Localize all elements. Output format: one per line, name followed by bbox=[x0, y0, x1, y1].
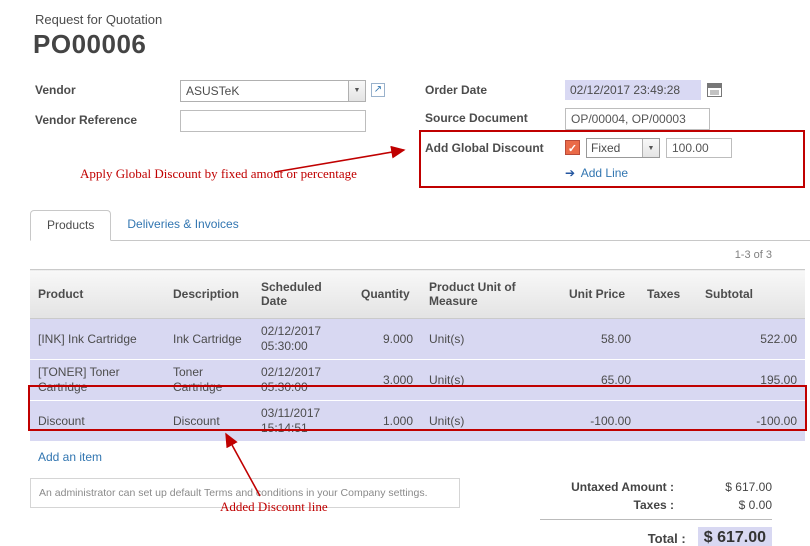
global-discount-row: Add Global Discount Fixed bbox=[425, 138, 775, 158]
col-subtotal: Subtotal bbox=[697, 270, 805, 319]
add-line-row: Add Line bbox=[565, 166, 775, 180]
cell-quantity[interactable]: 1.000 bbox=[353, 401, 421, 442]
vendor-combobox[interactable]: ASUSTeK bbox=[180, 80, 366, 102]
cell-subtotal: 522.00 bbox=[697, 319, 805, 360]
cell-description[interactable]: Ink Cartridge bbox=[165, 319, 253, 360]
cell-uom[interactable]: Unit(s) bbox=[421, 401, 561, 442]
form-right-column: Order Date 02/12/2017 23:49:28 Source Do… bbox=[425, 80, 775, 180]
cell-taxes[interactable] bbox=[639, 319, 697, 360]
cell-product[interactable]: [TONER] Toner Cartridge bbox=[30, 360, 165, 401]
total-row: Total : $ 617.00 bbox=[540, 519, 772, 546]
vendor-reference-row: Vendor Reference bbox=[35, 110, 425, 132]
taxes-value: $ 0.00 bbox=[686, 498, 772, 512]
global-discount-checkbox[interactable] bbox=[565, 140, 580, 155]
untaxed-amount-value: $ 617.00 bbox=[686, 480, 772, 494]
col-unit-price: Unit Price bbox=[561, 270, 639, 319]
table-row-discount[interactable]: Discount Discount 03/11/2017 15:14:51 1.… bbox=[30, 401, 805, 442]
cell-product[interactable]: [INK] Ink Cartridge bbox=[30, 319, 165, 360]
table-header: Product Description Scheduled Date Quant… bbox=[30, 270, 805, 319]
form-left-column: Vendor ASUSTeK Vendor Reference bbox=[35, 80, 425, 180]
notebook-tabs: Products Deliveries & Invoices bbox=[30, 210, 810, 241]
cell-quantity[interactable]: 9.000 bbox=[353, 319, 421, 360]
source-document-row: Source Document bbox=[425, 108, 775, 130]
cell-scheduled-date[interactable]: 03/11/2017 15:14:51 bbox=[253, 401, 353, 442]
order-date-label: Order Date bbox=[425, 80, 565, 97]
purchase-order-form: Request for Quotation PO00006 Vendor ASU… bbox=[0, 0, 810, 546]
cell-unit-price[interactable]: 58.00 bbox=[561, 319, 639, 360]
cell-scheduled-date[interactable]: 02/12/2017 05:30:00 bbox=[253, 360, 353, 401]
annotation-discount-line-note: Added Discount line bbox=[220, 499, 328, 515]
untaxed-amount-row: Untaxed Amount : $ 617.00 bbox=[540, 478, 772, 496]
cell-scheduled-date[interactable]: 02/12/2017 05:30:00 bbox=[253, 319, 353, 360]
vendor-row: Vendor ASUSTeK bbox=[35, 80, 425, 102]
list-pager[interactable]: 1-3 of 3 bbox=[0, 249, 772, 261]
chevron-down-icon[interactable] bbox=[348, 81, 365, 101]
cell-unit-price[interactable]: 65.00 bbox=[561, 360, 639, 401]
col-uom: Product Unit of Measure bbox=[421, 270, 561, 319]
arrow-right-icon bbox=[565, 166, 575, 180]
cell-uom[interactable]: Unit(s) bbox=[421, 319, 561, 360]
cell-taxes[interactable] bbox=[639, 401, 697, 442]
page-title: PO00006 bbox=[33, 29, 810, 60]
cell-uom[interactable]: Unit(s) bbox=[421, 360, 561, 401]
col-product: Product bbox=[30, 270, 165, 319]
cell-unit-price[interactable]: -100.00 bbox=[561, 401, 639, 442]
global-discount-label: Add Global Discount bbox=[425, 138, 565, 155]
vendor-label: Vendor bbox=[35, 80, 180, 97]
cell-product[interactable]: Discount bbox=[30, 401, 165, 442]
vendor-reference-input[interactable] bbox=[180, 110, 366, 132]
col-description: Description bbox=[165, 270, 253, 319]
discount-amount-input[interactable] bbox=[666, 138, 732, 158]
col-quantity: Quantity bbox=[353, 270, 421, 319]
form-fields: Vendor ASUSTeK Vendor Reference Order Da… bbox=[35, 80, 775, 180]
cell-subtotal: 195.00 bbox=[697, 360, 805, 401]
taxes-label: Taxes : bbox=[540, 498, 686, 512]
add-line-link[interactable]: Add Line bbox=[581, 166, 628, 180]
form-footer: An administrator can set up default Term… bbox=[30, 478, 810, 546]
annotation-global-discount-note: Apply Global Discount by fixed amout or … bbox=[80, 166, 357, 182]
external-link-icon[interactable] bbox=[371, 83, 385, 97]
tab-deliveries-invoices[interactable]: Deliveries & Invoices bbox=[111, 210, 254, 240]
tab-products[interactable]: Products bbox=[30, 210, 111, 241]
chevron-down-icon[interactable] bbox=[642, 139, 659, 157]
source-document-label: Source Document bbox=[425, 108, 565, 125]
taxes-row: Taxes : $ 0.00 bbox=[540, 496, 772, 514]
order-date-value[interactable]: 02/12/2017 23:49:28 bbox=[565, 80, 701, 100]
cell-description[interactable]: Discount bbox=[165, 401, 253, 442]
table-row[interactable]: [INK] Ink Cartridge Ink Cartridge 02/12/… bbox=[30, 319, 805, 360]
total-label: Total : bbox=[540, 531, 698, 546]
discount-type-select[interactable]: Fixed bbox=[586, 138, 660, 158]
order-date-row: Order Date 02/12/2017 23:49:28 bbox=[425, 80, 775, 100]
add-an-item-link[interactable]: Add an item bbox=[38, 450, 102, 464]
col-taxes: Taxes bbox=[639, 270, 697, 319]
cell-subtotal: -100.00 bbox=[697, 401, 805, 442]
source-document-input[interactable] bbox=[565, 108, 710, 130]
cell-taxes[interactable] bbox=[639, 360, 697, 401]
add-item-row: Add an item bbox=[38, 450, 810, 464]
calendar-icon[interactable] bbox=[707, 83, 722, 97]
total-value: $ 617.00 bbox=[698, 527, 772, 546]
order-lines-table: Product Description Scheduled Date Quant… bbox=[30, 269, 805, 442]
totals-panel: Untaxed Amount : $ 617.00 Taxes : $ 0.00… bbox=[540, 478, 772, 546]
table-row[interactable]: [TONER] Toner Cartridge Toner Cartridge … bbox=[30, 360, 805, 401]
vendor-value[interactable]: ASUSTeK bbox=[181, 81, 348, 101]
col-scheduled-date: Scheduled Date bbox=[253, 270, 353, 319]
untaxed-amount-label: Untaxed Amount : bbox=[540, 480, 686, 494]
discount-type-value[interactable]: Fixed bbox=[587, 139, 642, 157]
cell-quantity[interactable]: 3.000 bbox=[353, 360, 421, 401]
vendor-reference-label: Vendor Reference bbox=[35, 110, 180, 127]
cell-description[interactable]: Toner Cartridge bbox=[165, 360, 253, 401]
document-type-label: Request for Quotation bbox=[35, 12, 810, 27]
